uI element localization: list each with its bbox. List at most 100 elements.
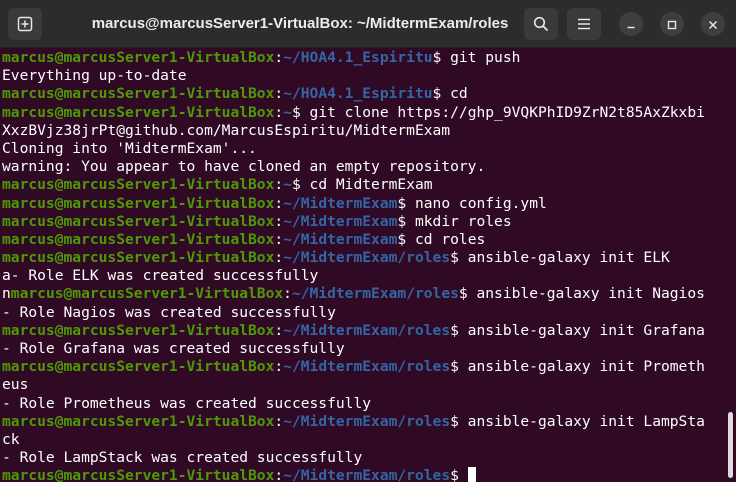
prompt-separator: : — [274, 85, 284, 103]
prompt-line: marcus@marcusServer1-VirtualBox:~/Midter… — [2, 358, 726, 376]
prompt-separator: : — [274, 194, 284, 212]
stray-char: n — [2, 285, 11, 303]
prompt-path: ~/HOA4.1_Espiritu — [283, 49, 433, 66]
output-text: - Role Grafana was created successfully — [2, 340, 345, 357]
command-text: $ git push — [432, 49, 521, 66]
prompt-user-host: marcus@marcusServer1-VirtualBox — [2, 321, 275, 339]
output-text: warning: You appear to have cloned an em… — [2, 158, 486, 176]
prompt-separator: : — [274, 467, 284, 482]
command-text: $ mkdir roles — [397, 212, 512, 230]
command-text: $ ansible-galaxy init Grafana — [450, 321, 705, 339]
prompt-line: marcus@marcusServer1-VirtualBox:~/Midter… — [2, 195, 726, 213]
minimize-button[interactable] — [619, 12, 643, 36]
menu-button[interactable] — [567, 8, 601, 40]
prompt-path: ~/MidtermExam/roles — [283, 467, 451, 482]
output-line: Everything up-to-date — [2, 67, 726, 85]
prompt-separator: : — [283, 285, 292, 303]
prompt-user-host: marcus@marcusServer1-VirtualBox — [2, 49, 275, 66]
prompt-path: ~/MidtermExam — [283, 230, 398, 248]
maximize-icon — [667, 15, 677, 34]
prompt-user-host: marcus@marcusServer1-VirtualBox — [2, 176, 275, 194]
prompt-user-host: marcus@marcusServer1-VirtualBox — [2, 85, 275, 103]
prompt-line: marcus@marcusServer1-VirtualBox:~/Midter… — [2, 467, 726, 482]
new-tab-button[interactable] — [8, 8, 42, 40]
prompt-separator: : — [274, 249, 284, 267]
close-icon — [708, 15, 718, 34]
output-text: a- Role ELK was created successfully — [2, 267, 319, 285]
prompt-user-host: marcus@marcusServer1-VirtualBox — [2, 230, 275, 248]
prompt-path: ~/MidtermExam — [283, 212, 398, 230]
command-text: $ nano config.yml — [397, 194, 547, 212]
output-text: ck — [2, 430, 20, 448]
prompt-path: ~/MidtermExam/roles — [291, 285, 459, 303]
prompt-user-host: marcus@marcusServer1-VirtualBox — [10, 285, 284, 303]
prompt-line: nmarcus@marcusServer1-VirtualBox:~/Midte… — [2, 285, 726, 303]
prompt-path: ~/MidtermExam/roles — [283, 412, 451, 430]
prompt-line: marcus@marcusServer1-VirtualBox:~/Midter… — [2, 249, 726, 267]
output-line: eus — [2, 376, 726, 394]
prompt-user-host: marcus@marcusServer1-VirtualBox — [2, 412, 275, 430]
prompt-path: ~/HOA4.1_Espiritu — [283, 85, 433, 103]
prompt-path: ~/MidtermExam/roles — [283, 249, 451, 267]
output-line: XxzBVjz38jrPt@github.com/MarcusEspiritu/… — [2, 122, 726, 140]
hamburger-menu-icon — [577, 18, 591, 30]
prompt-line: marcus@marcusServer1-VirtualBox:~/Midter… — [2, 213, 726, 231]
prompt-separator: : — [274, 358, 284, 376]
prompt-line: marcus@marcusServer1-VirtualBox:~$ cd Mi… — [2, 176, 726, 194]
prompt-user-host: marcus@marcusServer1-VirtualBox — [2, 212, 275, 230]
command-text: $ ansible-galaxy init LampSta — [450, 412, 705, 430]
prompt-path: ~/MidtermExam — [283, 194, 398, 212]
output-line: - Role LampStack was created successfull… — [2, 449, 726, 467]
terminal-window: marcus@marcusServer1-VirtualBox: ~/Midte… — [0, 0, 736, 482]
output-line: - Role Nagios was created successfully — [2, 304, 726, 322]
output-text: Cloning into 'MidtermExam'... — [2, 139, 257, 157]
output-line: Cloning into 'MidtermExam'... — [2, 140, 726, 158]
prompt-line: marcus@marcusServer1-VirtualBox:~/Midter… — [2, 413, 726, 431]
prompt-line: marcus@marcusServer1-VirtualBox:~/HOA4.1… — [2, 49, 726, 67]
output-text: eus — [2, 376, 29, 394]
output-text: Everything up-to-date — [2, 67, 187, 85]
command-text: $ ansible-galaxy init Prometh — [450, 358, 705, 376]
prompt-path: ~ — [283, 176, 292, 194]
prompt-user-host: marcus@marcusServer1-VirtualBox — [2, 358, 275, 376]
prompt-separator: : — [274, 176, 284, 194]
command-text: $ cd MidtermExam — [291, 176, 433, 194]
prompt-separator: : — [274, 230, 284, 248]
prompt-user-host: marcus@marcusServer1-VirtualBox — [2, 194, 275, 212]
maximize-button[interactable] — [660, 12, 684, 36]
close-button[interactable] — [701, 12, 725, 36]
search-icon — [533, 16, 549, 32]
window-title: marcus@marcusServer1-VirtualBox: ~/Midte… — [91, 15, 509, 32]
title-bar: marcus@marcusServer1-VirtualBox: ~/Midte… — [0, 0, 736, 48]
output-text: - Role Prometheus was created successful… — [2, 394, 372, 412]
terminal-scrollbar[interactable] — [728, 412, 733, 478]
prompt-separator: : — [274, 103, 284, 121]
prompt-user-host: marcus@marcusServer1-VirtualBox — [2, 103, 275, 121]
prompt-user-host: marcus@marcusServer1-VirtualBox — [2, 467, 275, 482]
prompt-path: ~/MidtermExam/roles — [283, 321, 451, 339]
prompt-separator: : — [274, 49, 284, 66]
command-text: $ git clone https://ghp_9VQKPhID9ZrN2t85… — [291, 103, 705, 121]
command-text: $ cd — [432, 85, 468, 103]
prompt-line: marcus@marcusServer1-VirtualBox:~/Midter… — [2, 231, 726, 249]
output-text: - Role Nagios was created successfully — [2, 303, 336, 321]
prompt-line: marcus@marcusServer1-VirtualBox:~$ git c… — [2, 104, 726, 122]
output-line: warning: You appear to have cloned an em… — [2, 158, 726, 176]
prompt-path: ~ — [283, 103, 292, 121]
output-line: a- Role ELK was created successfully — [2, 267, 726, 285]
output-line: ck — [2, 431, 726, 449]
prompt-separator: : — [274, 321, 284, 339]
text-cursor — [467, 467, 476, 482]
prompt-line: marcus@marcusServer1-VirtualBox:~/HOA4.1… — [2, 85, 726, 103]
output-text: XxzBVjz38jrPt@github.com/MarcusEspiritu/… — [2, 121, 451, 139]
command-text: $ cd roles — [397, 230, 486, 248]
prompt-path: ~/MidtermExam/roles — [283, 358, 451, 376]
terminal-output[interactable]: marcus@marcusServer1-VirtualBox:~/HOA4.1… — [2, 49, 726, 482]
output-line: - Role Grafana was created successfully — [2, 340, 726, 358]
search-button[interactable] — [524, 8, 558, 40]
minimize-icon — [626, 15, 636, 34]
prompt-line: marcus@marcusServer1-VirtualBox:~/Midter… — [2, 322, 726, 340]
output-line: - Role Prometheus was created successful… — [2, 395, 726, 413]
prompt-separator: : — [274, 212, 284, 230]
command-text: $ ansible-galaxy init ELK — [450, 249, 670, 267]
